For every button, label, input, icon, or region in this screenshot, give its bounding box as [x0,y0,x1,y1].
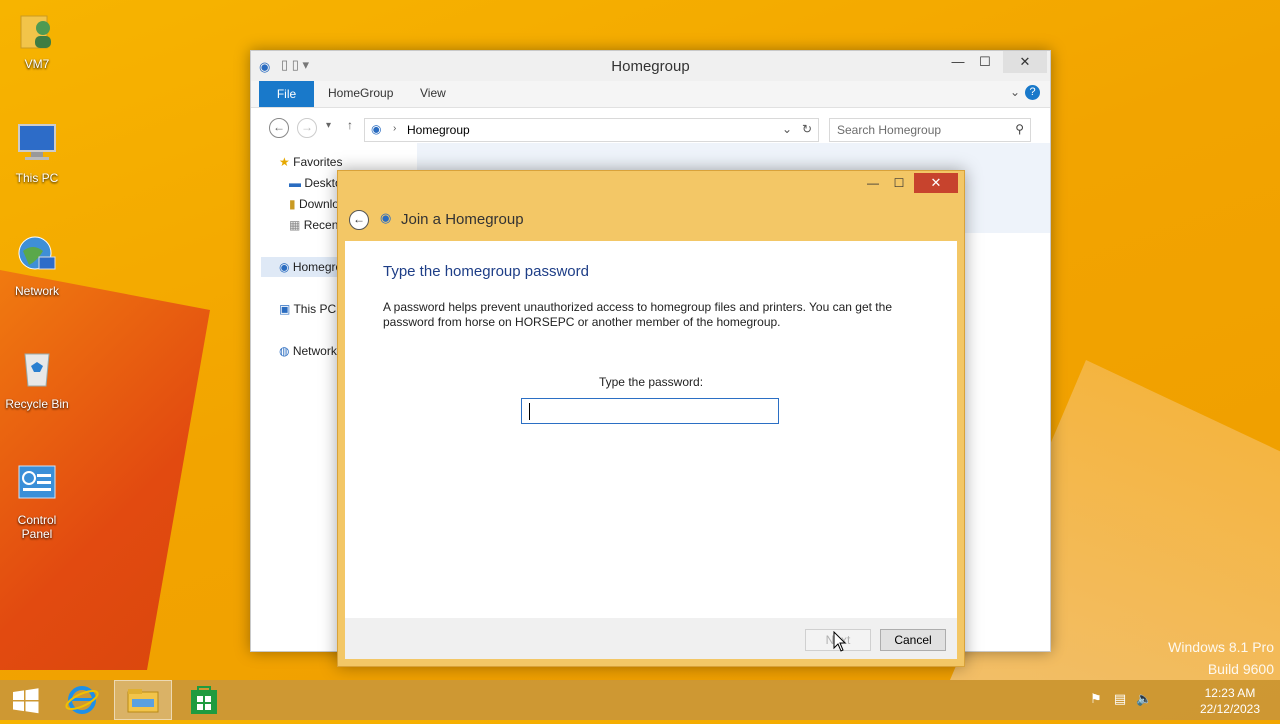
recycle-bin-icon [24,353,50,387]
desktop-icon-control-panel[interactable]: Control Panel [1,462,73,541]
maximize-button[interactable]: ☐ [970,51,1000,73]
windows-logo-icon [13,688,39,714]
text-caret [529,403,530,420]
minimize-button[interactable]: — [943,51,973,73]
taskbar-file-explorer[interactable] [114,680,172,720]
desktop-icon: ▬ [289,176,301,190]
nav-label: Favorites [293,155,343,169]
recent-places-icon: ▦ [289,218,301,232]
store-bag-icon [191,686,217,714]
password-label: Type the password: [598,375,704,389]
desktop-icon-label: This PC [15,171,59,185]
nav-label: Network [292,344,337,358]
homegroup-icon: ◉ [380,210,392,225]
action-center-flag-icon[interactable]: ⚑ [1088,692,1104,708]
nav-item-network[interactable]: ◍ Network [279,341,339,361]
nav-item-this-pc[interactable]: ▣ This PC [279,299,339,319]
nav-item-desktop[interactable]: ▬ Desktop [289,173,339,193]
volume-muted-icon[interactable]: 🔈 [1136,692,1152,708]
nav-label: Desktop [304,176,339,190]
desktop-icon-network[interactable]: Network [1,233,73,298]
nav-label: This PC [293,302,337,316]
taskbar-internet-explorer[interactable] [56,680,108,720]
desktop-icon-vm7[interactable]: VM7 [1,6,73,71]
watermark-edition: Windows 8.1 Pro [1168,639,1274,655]
system-tray: ⚑ ▤ 🔈 12:23 AM 22/12/2023 [1080,680,1280,720]
computer-icon [18,124,56,160]
dialog-body: Type the homegroup password A password h… [345,241,957,618]
dialog-title: Join a Homegroup [401,211,524,228]
ribbon-tabs: File HomeGroup View ⌄ ? [251,81,1050,108]
clock-date: 22/12/2023 [1199,702,1260,716]
taskbar: ⚑ ▤ 🔈 12:23 AM 22/12/2023 [0,680,1280,720]
explorer-titlebar[interactable]: ◉ ▯ ▯ ▾ Homegroup — ☐ ✕ [251,51,1050,81]
address-field[interactable]: ◉ › Homegroup ⌄ ↻ [364,118,819,142]
up-arrow-icon[interactable]: ↑ [347,118,353,132]
nav-item-favorites[interactable]: ★ Favorites [279,152,342,172]
network-status-icon[interactable]: ▤ [1112,692,1128,708]
search-input[interactable]: Search Homegroup ⚲ [829,118,1031,142]
desktop-icon-label: Control Panel [1,513,73,541]
recent-locations-icon[interactable]: ▾ [326,120,331,131]
watermark-build: Build 9600 [1207,661,1274,677]
join-homegroup-dialog: — ☐ ✕ ← ◉ Join a Homegroup Type the home… [337,170,965,667]
desktop-icon-recycle-bin[interactable]: Recycle Bin [1,346,73,411]
file-explorer-icon [127,689,159,713]
network-icon: ◍ [279,344,290,358]
dialog-header: ← ◉ Join a Homegroup [346,203,956,239]
network-globe-icon [18,236,56,270]
user-folder-icon [20,15,51,49]
nav-item-downloads[interactable]: ▮ Downloads [289,194,339,214]
desktop-icon-label: Recycle Bin [5,397,69,411]
dialog-close-button[interactable]: ✕ [914,173,958,193]
nav-item-recent[interactable]: ▦ Recent places [289,215,339,235]
tab-file[interactable]: File [259,81,314,107]
control-panel-icon [18,465,56,499]
desktop-icon-this-pc[interactable]: This PC [1,120,73,185]
description-text: A password helps prevent unauthorized ac… [383,300,892,329]
windows-watermark: Windows 8.1 Pro Build 9600 [1168,636,1274,680]
nav-label: Recent places [303,218,339,232]
internet-explorer-icon [65,686,99,714]
nav-label: Downloads [298,197,339,211]
homegroup-icon: ◉ [279,260,290,274]
forward-icon[interactable]: → [297,118,317,138]
desktop-icon-label: VM7 [24,57,50,71]
page-title: Type the homegroup password [383,263,589,280]
address-bar: ← → ▾ ↑ ◉ › Homegroup ⌄ ↻ Search Homegro… [251,108,1050,144]
back-icon[interactable]: ← [269,118,289,138]
cancel-button[interactable]: Cancel [880,629,946,651]
clock-time: 12:23 AM [1204,686,1256,700]
dialog-maximize-button[interactable]: ☐ [886,173,912,193]
dialog-footer: Next Cancel [345,618,957,659]
mouse-pointer-icon [833,631,847,652]
close-button[interactable]: ✕ [1003,51,1047,73]
search-placeholder: Search Homegroup [837,123,942,137]
search-icon: ⚲ [1015,122,1024,136]
taskbar-store[interactable] [178,680,230,720]
back-icon[interactable]: ← [349,210,369,230]
clock[interactable]: 12:23 AM 22/12/2023 [1200,685,1260,717]
start-button[interactable] [0,680,52,720]
desktop-icon-label-text: Control Panel [17,513,57,541]
tab-homegroup[interactable]: HomeGroup [328,86,393,100]
dialog-minimize-button[interactable]: — [860,173,886,193]
refresh-icon[interactable]: ↻ [802,122,812,136]
computer-icon: ▣ [279,302,291,316]
downloads-folder-icon: ▮ [289,197,296,211]
breadcrumb[interactable]: Homegroup [407,123,470,137]
window-title: Homegroup [611,58,690,75]
homegroup-icon: ◉ [371,122,382,136]
tab-view[interactable]: View [420,86,446,100]
help-icon[interactable]: ? [1025,85,1040,100]
desktop-icon-label: Network [14,284,59,298]
star-icon: ★ [279,155,290,169]
address-dropdown-icon[interactable]: ⌄ [782,122,792,136]
password-input[interactable] [521,398,779,424]
expand-ribbon-icon[interactable]: ⌄ [1010,85,1020,99]
breadcrumb-chevron-icon: › [393,123,397,134]
